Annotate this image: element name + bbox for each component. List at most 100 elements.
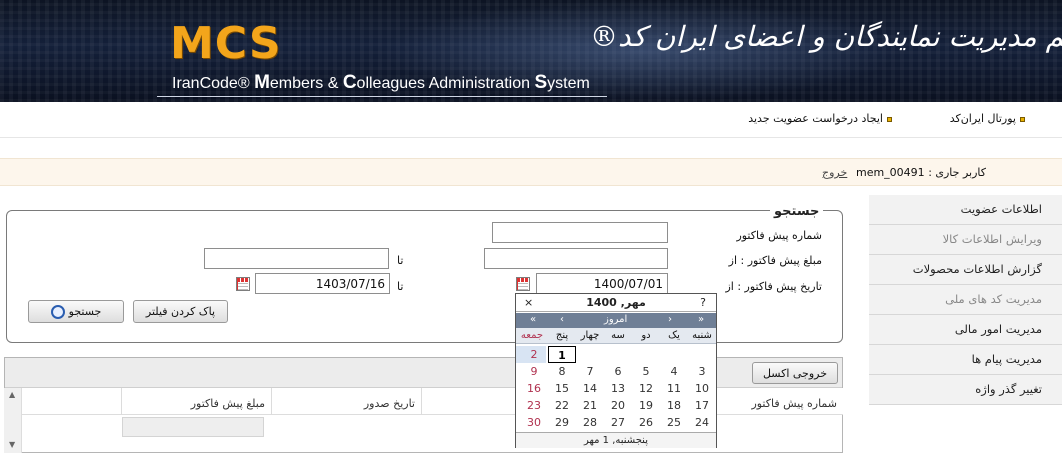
menu-item-finance[interactable]: مدیریت امور مالی	[869, 315, 1062, 345]
new-membership-label: ایجاد درخواست عضویت جدید	[748, 112, 883, 125]
user-bar: کاربر جاری : mem_00491 خروج	[0, 158, 1062, 186]
next-month-icon[interactable]: ›	[668, 314, 672, 325]
menu-item-change-password[interactable]: تغییر گذر واژه	[869, 375, 1062, 405]
subtitle-ystem: ystem	[547, 75, 590, 92]
logo-persian-title: سیستم مدیریت نمایندگان و اعضای ایران کد®	[590, 20, 1062, 53]
calendar-day[interactable]: 20	[604, 397, 632, 414]
header-banner: MCS IranCode® Members & Colleagues Admin…	[0, 0, 1062, 102]
calendar-day[interactable]: 18	[660, 397, 688, 414]
calendar-day[interactable]: 6	[604, 363, 632, 380]
calendar-day[interactable]: 22	[548, 397, 576, 414]
date-to-calendar-icon[interactable]	[236, 277, 250, 291]
search-fieldset	[6, 210, 843, 343]
amount-from-input[interactable]	[484, 248, 668, 269]
subtitle-olleagues: olleagues Administration	[356, 75, 535, 92]
day-name: دو	[641, 330, 651, 341]
calendar-day[interactable]: 5	[632, 363, 660, 380]
calendar-day[interactable]: 23	[520, 397, 548, 414]
invoice-number-label: شماره پیش فاکتور	[736, 229, 822, 242]
search-icon	[50, 305, 65, 319]
calendar-day[interactable]: 9	[520, 363, 548, 380]
current-user: کاربر جاری : mem_00491	[856, 166, 986, 179]
day-name: جمعه	[520, 330, 544, 341]
search-legend: جستجو	[770, 204, 824, 219]
date-to-input[interactable]	[255, 273, 390, 294]
date-from-input[interactable]	[536, 273, 668, 294]
calendar-day[interactable]: 28	[576, 414, 604, 431]
subtitle-c: C	[342, 72, 357, 93]
calendar-day[interactable]: 21	[576, 397, 604, 414]
menu-item-product-report[interactable]: گزارش اطلاعات محصولات	[869, 255, 1062, 285]
amount-to-label: تا	[397, 254, 404, 267]
calendar-header: × مهر, 1400 ?	[516, 294, 716, 312]
date-to-label: تا	[397, 280, 404, 293]
calendar-footer: پنجشنبه, 1 مهر	[516, 432, 716, 448]
date-from-calendar-icon[interactable]	[516, 277, 530, 291]
prev-month-icon[interactable]: ‹	[560, 314, 564, 325]
calendar-day[interactable]: 27	[604, 414, 632, 431]
calendar-day[interactable]: 10	[688, 380, 716, 397]
invoice-number-input[interactable]	[492, 222, 668, 243]
logo-underline	[157, 96, 607, 97]
next-year-icon[interactable]: »	[698, 314, 704, 325]
search-button[interactable]: جستجو	[28, 300, 124, 323]
calendar-day[interactable]: 24	[688, 414, 716, 431]
calendar-day[interactable]: 14	[576, 380, 604, 397]
column-header-issue-date[interactable]: تاریخ صدور	[271, 388, 421, 415]
amount-from-label: مبلغ پیش فاکتور : از	[728, 254, 822, 267]
calendar-nav: « ‹ امروز › »	[516, 313, 716, 328]
menu-item-membership[interactable]: اطلاعات عضویت	[869, 195, 1062, 225]
excel-export-button[interactable]: خروجی اکسل	[752, 362, 838, 384]
calendar-day[interactable]: 15	[548, 380, 576, 397]
calendar-day[interactable]: 4	[660, 363, 688, 380]
clear-filter-button[interactable]: پاک کردن فیلتر	[133, 300, 228, 323]
new-membership-link[interactable]: ایجاد درخواست عضویت جدید	[748, 112, 892, 125]
search-button-label: جستجو	[68, 305, 102, 318]
logo-mcs: MCS	[170, 18, 282, 69]
day-name: شنبه	[692, 330, 712, 341]
prev-year-icon[interactable]: «	[530, 314, 536, 325]
calendar-day[interactable]: 7	[576, 363, 604, 380]
calendar-day-names: شنبه یک دو سه چهار پنج جمعه	[516, 328, 716, 344]
scroll-down-icon[interactable]: ▼	[9, 440, 15, 449]
results-header: شماره پیش فاکتور تاریخ صدور مبلغ پیش فاک…	[4, 388, 843, 415]
menu-item-national-codes[interactable]: مدیریت کد های ملی	[869, 285, 1062, 315]
date-from-label: تاریخ پیش فاکتور : از	[725, 280, 822, 293]
calendar-day[interactable]: 25	[660, 414, 688, 431]
calendar-day[interactable]: 19	[632, 397, 660, 414]
calendar-day[interactable]: 1	[548, 346, 576, 363]
menu-item-messages[interactable]: مدیریت پیام ها	[869, 345, 1062, 375]
results-scrollbar[interactable]: ▲ ▼	[4, 388, 22, 453]
calendar-day[interactable]: 13	[604, 380, 632, 397]
calendar-day[interactable]: 8	[548, 363, 576, 380]
today-button[interactable]: امروز	[604, 314, 627, 325]
calendar-popup: × مهر, 1400 ? « ‹ امروز › » شنبه یک دو س…	[515, 293, 717, 448]
portal-link-label: پورتال ایران‌کد	[949, 112, 1016, 125]
calendar-help-icon[interactable]: ?	[700, 296, 706, 309]
logout-link[interactable]: خروج	[822, 166, 847, 179]
calendar-day[interactable]: 26	[632, 414, 660, 431]
calendar-day[interactable]: 17	[688, 397, 716, 414]
calendar-day[interactable]: 11	[660, 380, 688, 397]
portal-link[interactable]: پورتال ایران‌کد	[950, 112, 1025, 125]
username: mem_00491	[855, 166, 925, 179]
calendar-title: مهر, 1400	[586, 296, 646, 309]
column-header-invoice-amount[interactable]: مبلغ پیش فاکتور	[121, 388, 271, 415]
amount-to-input[interactable]	[204, 248, 389, 269]
calendar-day[interactable]: 12	[632, 380, 660, 397]
day-name: پنج	[555, 330, 569, 341]
calendar-day[interactable]: 16	[520, 380, 548, 397]
calendar-day[interactable]: 3	[688, 363, 716, 380]
calendar-day[interactable]: 30	[520, 414, 548, 431]
subtitle-m: M	[254, 72, 270, 93]
subtitle-brand: IranCode®	[172, 75, 255, 92]
calendar-day[interactable]: 2	[520, 346, 548, 363]
menu-item-edit-products[interactable]: ویرایش اطلاعات کالا	[869, 225, 1062, 255]
logo-subtitle: IranCode® Members & Colleagues Administr…	[172, 72, 590, 94]
filter-cell[interactable]	[122, 417, 264, 437]
calendar-day[interactable]: 29	[548, 414, 576, 431]
scroll-up-icon[interactable]: ▲	[9, 390, 15, 399]
subtitle-s: S	[534, 72, 548, 93]
calendar-close-icon[interactable]: ×	[524, 296, 533, 309]
side-menu: اطلاعات عضویت ویرایش اطلاعات کالا گزارش …	[869, 195, 1062, 405]
